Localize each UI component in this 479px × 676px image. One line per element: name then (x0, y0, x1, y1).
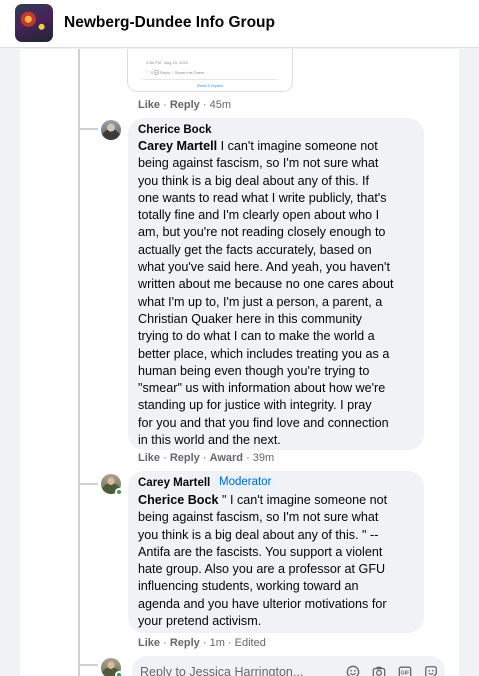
mention-link[interactable]: Carey Martell (138, 139, 217, 153)
comment-line: what I'm up to, I'm just a person, a par… (138, 294, 383, 309)
comment-line: written about me because no one cares ab… (138, 277, 394, 292)
comment-line: your pretend activism. (138, 614, 262, 629)
comment-line: totally fine and I'm clearly open about … (138, 208, 380, 223)
comment-line: actually get the facts accurately, based… (138, 242, 372, 257)
comment-line: better place, which includes treating yo… (138, 346, 390, 361)
reply-button[interactable]: Reply (170, 452, 200, 464)
comment-line: trying to do what I can to make the worl… (138, 329, 375, 344)
edited-label: Edited (234, 637, 266, 649)
moderator-badge: Moderator (215, 475, 276, 489)
camera-icon[interactable] (372, 665, 386, 676)
comment-line: what you've said here. And yeah, you hav… (138, 260, 390, 275)
comment-line: in this world and the next. (138, 433, 281, 448)
separator: · (202, 99, 210, 111)
svg-text:GIF: GIF (401, 671, 411, 676)
comment-line: agenda and you have ulterior motivations… (138, 596, 387, 611)
comment-line: you think is a big deal about any of thi… (138, 173, 370, 188)
group-header: Newberg-Dundee Info Group (0, 0, 479, 48)
thread-line (78, 49, 80, 676)
comment-time[interactable]: 39m (253, 452, 274, 464)
comment-line: hate group. Also you are a professor at … (138, 562, 386, 577)
reply-button[interactable]: Reply (170, 637, 200, 649)
gif-icon[interactable]: GIF (398, 665, 412, 676)
smile-icon[interactable] (346, 665, 360, 676)
award-button[interactable]: Award (210, 452, 243, 464)
like-button[interactable]: Like (138, 99, 160, 111)
comment-line: being against fascism, so I'm not sure w… (138, 156, 379, 171)
online-status-indicator (115, 671, 123, 676)
comment-line: "smear" us with information about how we… (138, 381, 386, 396)
tweet-timestamp: 2:56 PM · Aug 15, 2020 (146, 60, 189, 65)
thread-connector (80, 483, 98, 485)
comment-line: one wants to read what I write publicly,… (138, 190, 387, 205)
comment-text: Cherice Bock " I can't imagine someone n… (138, 492, 420, 630)
thread-connector (80, 664, 98, 666)
comment-line: " I can't imagine someone not (218, 493, 388, 507)
group-cover-thumbnail[interactable] (15, 4, 53, 42)
separator: · (202, 452, 210, 464)
separator: · (163, 99, 170, 111)
sticker-icon[interactable] (424, 665, 438, 676)
read-replies-link[interactable]: Read 2 replies (128, 83, 292, 88)
separator: · (227, 637, 235, 649)
reply-button[interactable]: Reply (170, 99, 200, 111)
online-status-indicator (115, 488, 123, 496)
comment-line: you think is a big deal about any of thi… (138, 527, 379, 542)
comment-author[interactable]: Cherice Bock (138, 124, 212, 136)
comment-line: for you and that you find love and conne… (138, 415, 389, 430)
like-button[interactable]: Like (138, 452, 160, 464)
comment-line: standing up for justice with integrity. … (138, 398, 372, 413)
comment-time[interactable]: 1m (210, 637, 225, 649)
comment-actions: Like · Reply · 1m · Edited (138, 637, 266, 649)
comment-line: Christian Quaker here in this community (138, 311, 362, 326)
shared-tweet-card[interactable]: 2:56 PM · Aug 15, 2020 ♡ 0 💬 Reply ↑ Sha… (127, 49, 293, 92)
separator: · (246, 452, 253, 464)
tweet-divider (142, 79, 278, 80)
comment-text: Carey Martell I can't imagine someone no… (138, 138, 420, 449)
separator: · (202, 637, 210, 649)
comment-actions: Like · Reply · 45m (138, 99, 231, 111)
comment-line: am, but you're not reading closely enoug… (138, 225, 386, 240)
reply-input[interactable]: Reply to Jessica Harrington... GIF (132, 656, 445, 676)
tweet-actions: ♡ 0 💬 Reply ↑ Share this Tweet (146, 70, 205, 75)
comment-actions: Like · Reply · Award · 39m (138, 452, 274, 464)
like-button[interactable]: Like (138, 637, 160, 649)
comment-line: I can't imagine someone not (217, 139, 378, 153)
mention-link[interactable]: Cherice Bock (138, 493, 219, 507)
reply-placeholder: Reply to Jessica Harrington... (140, 665, 304, 676)
comment-time[interactable]: 45m (210, 99, 231, 111)
comment-author[interactable]: Carey Martell (138, 477, 210, 489)
thread-connector (80, 128, 98, 130)
group-title[interactable]: Newberg-Dundee Info Group (64, 14, 275, 32)
separator: · (163, 637, 170, 649)
comment-line: influencing students, working toward an (138, 579, 359, 594)
comment-line: human being even though you're trying to (138, 363, 370, 378)
comment-line: being against fascism, so I'm not sure w… (138, 510, 379, 525)
comment-line: Antifa are the fascists. You support a v… (138, 544, 383, 559)
separator: · (163, 452, 170, 464)
avatar[interactable] (101, 120, 121, 140)
